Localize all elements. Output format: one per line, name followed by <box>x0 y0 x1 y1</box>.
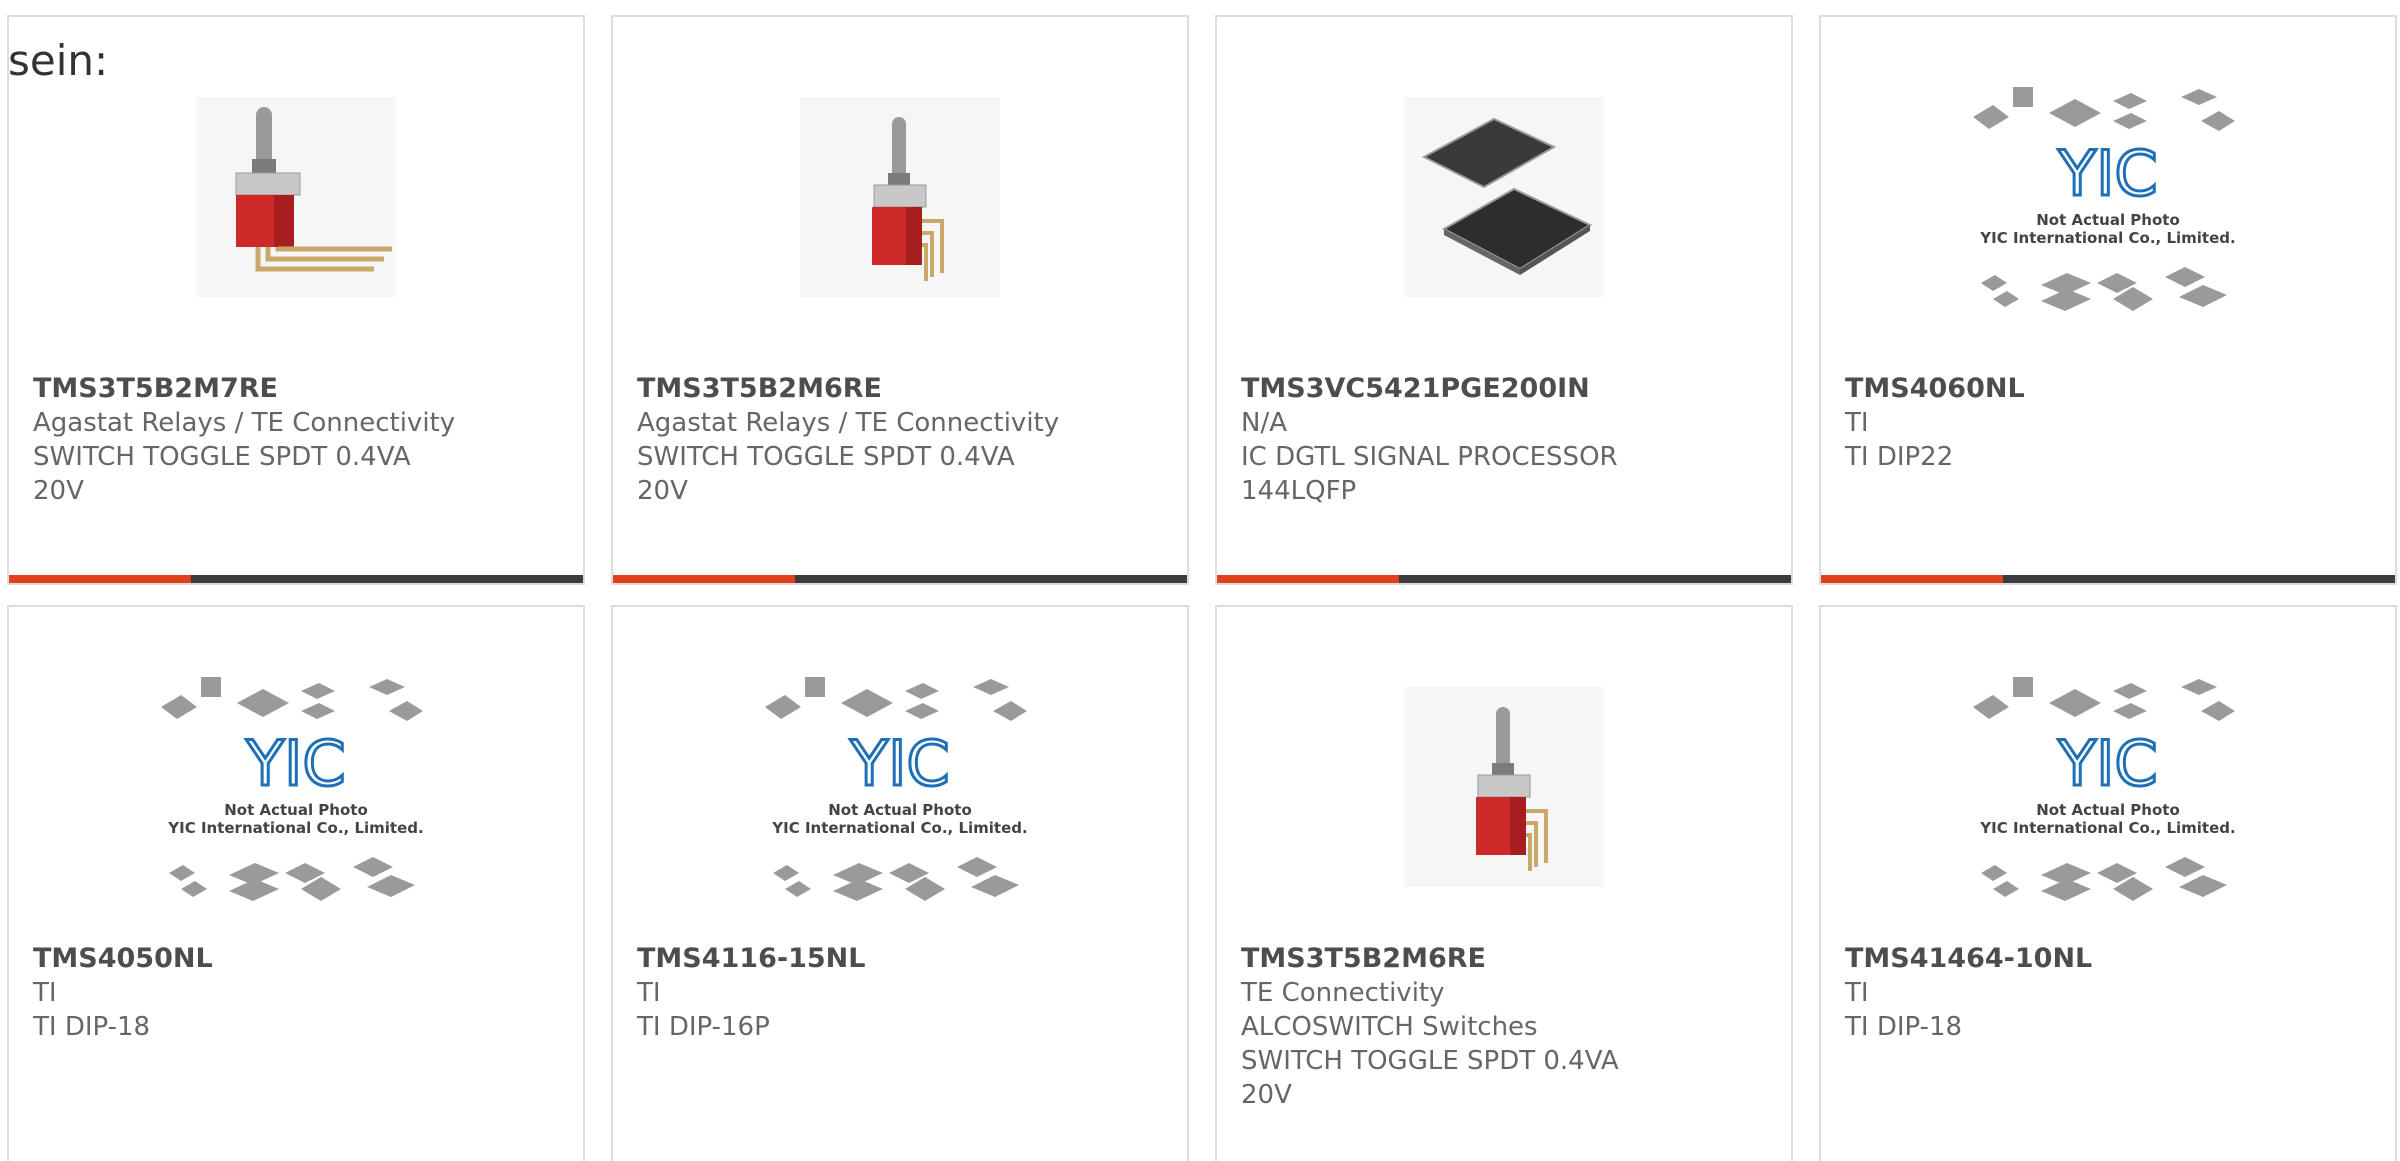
svg-text:Not Actual Photo: Not Actual Photo <box>2036 211 2180 229</box>
card-footer-accent <box>9 575 191 583</box>
product-image[interactable] <box>1217 677 1791 897</box>
part-number[interactable]: TMS3VC5421PGE200IN <box>1241 372 1767 406</box>
svg-text:Not Actual Photo: Not Actual Photo <box>224 801 368 819</box>
card-footer-bar <box>1821 575 2395 583</box>
part-number[interactable]: TMS41464-10NL <box>1845 942 2371 976</box>
card-footer-accent <box>1821 575 2003 583</box>
not-actual-photo-placeholder: YIC Not Actual Photo YIC International C… <box>151 667 441 907</box>
product-card[interactable]: TMS3T5B2M6RE TE Connectivity ALCOSWITCH … <box>1215 605 1793 1161</box>
svg-text:YIC International Co., Limited: YIC International Co., Limited. <box>1979 229 2235 247</box>
not-actual-photo-placeholder: YIC Not Actual Photo YIC International C… <box>1963 77 2253 317</box>
toggle-switch-image <box>1404 687 1604 887</box>
card-footer-bar <box>1217 575 1791 583</box>
description: IC DGTL SIGNAL PROCESSOR <box>1241 442 1618 472</box>
svg-text:Not Actual Photo: Not Actual Photo <box>828 801 972 819</box>
description: TI DIP-18 <box>33 1012 151 1042</box>
svg-text:YIC: YIC <box>2057 727 2157 800</box>
manufacturer: N/A <box>1241 408 1287 438</box>
product-image[interactable] <box>9 87 583 307</box>
manufacturer: TI <box>33 978 57 1008</box>
product-card[interactable]: YIC Not Actual Photo YIC International C… <box>7 605 585 1161</box>
part-number[interactable]: TMS3T5B2M6RE <box>637 372 1163 406</box>
part-number[interactable]: TMS4050NL <box>33 942 559 976</box>
not-actual-photo-placeholder: YIC Not Actual Photo YIC International C… <box>1963 667 2253 907</box>
description-voltage: 20V <box>637 476 688 506</box>
part-number[interactable]: TMS3T5B2M7RE <box>33 372 559 406</box>
product-card[interactable]: TMS3T5B2M7RE Agastat Relays / TE Connect… <box>7 15 585 585</box>
product-image[interactable]: YIC Not Actual Photo YIC International C… <box>9 677 583 901</box>
intro-text: sein: <box>8 36 109 85</box>
part-number[interactable]: TMS4116-15NL <box>637 942 1163 976</box>
card-footer-accent <box>1217 575 1399 583</box>
manufacturer: TI <box>637 978 661 1008</box>
product-card[interactable]: YIC Not Actual Photo YIC International C… <box>611 605 1189 1161</box>
description: TI DIP22 <box>1845 442 1954 472</box>
description-package: 144LQFP <box>1241 476 1357 506</box>
description-voltage: 20V <box>33 476 84 506</box>
description-voltage: 20V <box>1241 1080 1292 1110</box>
card-footer-accent <box>613 575 795 583</box>
description: TI DIP-18 <box>1845 1012 1963 1042</box>
manufacturer: TI <box>1845 978 1869 1008</box>
card-footer-bar <box>9 575 583 583</box>
manufacturer: Agastat Relays / TE Connectivity <box>637 408 1060 438</box>
toggle-switch-image <box>800 97 1000 297</box>
manufacturer: TI <box>1845 408 1869 438</box>
svg-text:Not Actual Photo: Not Actual Photo <box>2036 801 2180 819</box>
product-image[interactable]: YIC Not Actual Photo YIC International C… <box>613 677 1187 901</box>
part-number[interactable]: TMS3T5B2M6RE <box>1241 942 1767 976</box>
svg-text:YIC International Co., Limited: YIC International Co., Limited. <box>771 819 1027 837</box>
not-actual-photo-placeholder: YIC Not Actual Photo YIC International C… <box>755 667 1045 907</box>
product-image[interactable]: YIC Not Actual Photo YIC International C… <box>1821 677 2395 901</box>
manufacturer: TE Connectivity ALCOSWITCH Switches <box>1241 978 1538 1042</box>
svg-text:YIC: YIC <box>2057 137 2157 210</box>
description: SWITCH TOGGLE SPDT 0.4VA <box>637 442 1015 472</box>
svg-text:YIC: YIC <box>245 727 345 800</box>
svg-text:YIC International Co., Limited: YIC International Co., Limited. <box>1979 819 2235 837</box>
product-card[interactable]: YIC Not Actual Photo YIC International C… <box>1819 605 2397 1161</box>
description: SWITCH TOGGLE SPDT 0.4VA <box>33 442 411 472</box>
toggle-switch-image <box>196 97 396 297</box>
product-image[interactable] <box>613 87 1187 307</box>
product-card[interactable]: YIC Not Actual Photo YIC International C… <box>1819 15 2397 585</box>
card-footer-bar <box>613 575 1187 583</box>
svg-text:YIC: YIC <box>849 727 949 800</box>
product-image[interactable] <box>1217 87 1791 307</box>
product-card[interactable]: TMS3T5B2M6RE Agastat Relays / TE Connect… <box>611 15 1189 585</box>
part-number[interactable]: TMS4060NL <box>1845 372 2371 406</box>
manufacturer: Agastat Relays / TE Connectivity <box>33 408 456 438</box>
description: TI DIP-16P <box>637 1012 770 1042</box>
product-image[interactable]: YIC Not Actual Photo YIC International C… <box>1821 87 2395 311</box>
product-card[interactable]: TMS3VC5421PGE200IN N/A IC DGTL SIGNAL PR… <box>1215 15 1793 585</box>
description: SWITCH TOGGLE SPDT 0.4VA <box>1241 1046 1619 1076</box>
svg-text:YIC International Co., Limited: YIC International Co., Limited. <box>167 819 423 837</box>
lqfp-chip-image <box>1404 97 1604 297</box>
